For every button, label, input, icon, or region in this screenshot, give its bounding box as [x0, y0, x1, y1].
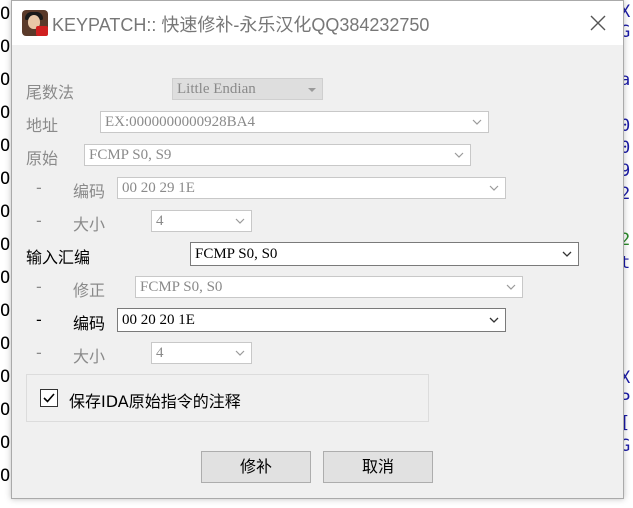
app-icon — [22, 10, 48, 36]
chevron-down-icon — [506, 284, 516, 290]
chevron-down-icon — [489, 185, 499, 191]
endian-label: 尾数法 — [26, 83, 75, 102]
assembly-value: FCMP S0, S0 — [195, 246, 278, 262]
encoding-select[interactable]: 00 20 20 1E — [117, 308, 506, 332]
chevron-down-icon — [235, 350, 245, 356]
original-encoding-value: 00 20 29 1E — [122, 180, 195, 196]
chevron-down-icon — [562, 251, 572, 257]
window-title: KEYPATCH:: 快速修补-永乐汉化QQ384232750 — [52, 15, 430, 35]
original-encoding-label: 编码 — [73, 182, 106, 201]
fixup-label: 修正 — [73, 281, 106, 300]
checkmark-icon — [43, 393, 55, 403]
encoding-value: 00 20 20 1E — [122, 312, 195, 328]
chevron-down-icon — [235, 218, 245, 224]
dropdown-arrow-icon — [308, 88, 316, 92]
original-size-dash: - — [36, 211, 42, 230]
chevron-down-icon — [454, 152, 464, 158]
endian-select[interactable]: Little Endian — [172, 78, 323, 100]
original-size-label: 大小 — [73, 215, 106, 234]
patch-button[interactable]: 修补 — [201, 451, 311, 483]
title-bar[interactable]: KEYPATCH:: 快速修补-永乐汉化QQ384232750 — [12, 1, 623, 45]
assembly-label: 输入汇编 — [26, 248, 91, 267]
size-value: 4 — [156, 345, 164, 361]
original-encoding-dash: - — [36, 178, 42, 197]
assembly-input[interactable]: FCMP S0, S0 — [190, 242, 579, 266]
original-value: FCMP S0, S9 — [89, 147, 172, 163]
original-size-value: 4 — [156, 213, 164, 229]
chevron-down-icon — [489, 317, 499, 323]
size-select[interactable]: 4 — [151, 342, 252, 364]
address-select[interactable]: EX:0000000000928BA4 — [100, 111, 489, 133]
fixup-dash: - — [36, 277, 42, 296]
fixup-value: FCMP S0, S0 — [140, 279, 223, 295]
encoding-dash: - — [36, 310, 42, 329]
keypatch-dialog: KEYPATCH:: 快速修补-永乐汉化QQ384232750 尾数法 Litt… — [11, 0, 624, 499]
cancel-button[interactable]: 取消 — [323, 451, 433, 483]
address-label: 地址 — [26, 116, 59, 135]
original-size-select[interactable]: 4 — [151, 210, 252, 232]
size-dash: - — [36, 343, 42, 362]
encoding-label: 编码 — [73, 314, 106, 333]
endian-value: Little Endian — [177, 81, 256, 97]
address-value: EX:0000000000928BA4 — [105, 114, 255, 130]
size-label: 大小 — [73, 347, 106, 366]
chevron-down-icon — [472, 119, 482, 125]
close-icon[interactable] — [586, 11, 610, 35]
original-label: 原始 — [26, 149, 59, 168]
original-encoding-select[interactable]: 00 20 29 1E — [117, 177, 506, 199]
original-select[interactable]: FCMP S0, S9 — [84, 144, 471, 166]
fixup-select[interactable]: FCMP S0, S0 — [135, 276, 523, 298]
save-comment-checkbox[interactable] — [40, 389, 58, 407]
comment-option-group: 保存IDA原始指令的注释 — [26, 374, 429, 422]
save-comment-label[interactable]: 保存IDA原始指令的注释 — [69, 388, 241, 412]
